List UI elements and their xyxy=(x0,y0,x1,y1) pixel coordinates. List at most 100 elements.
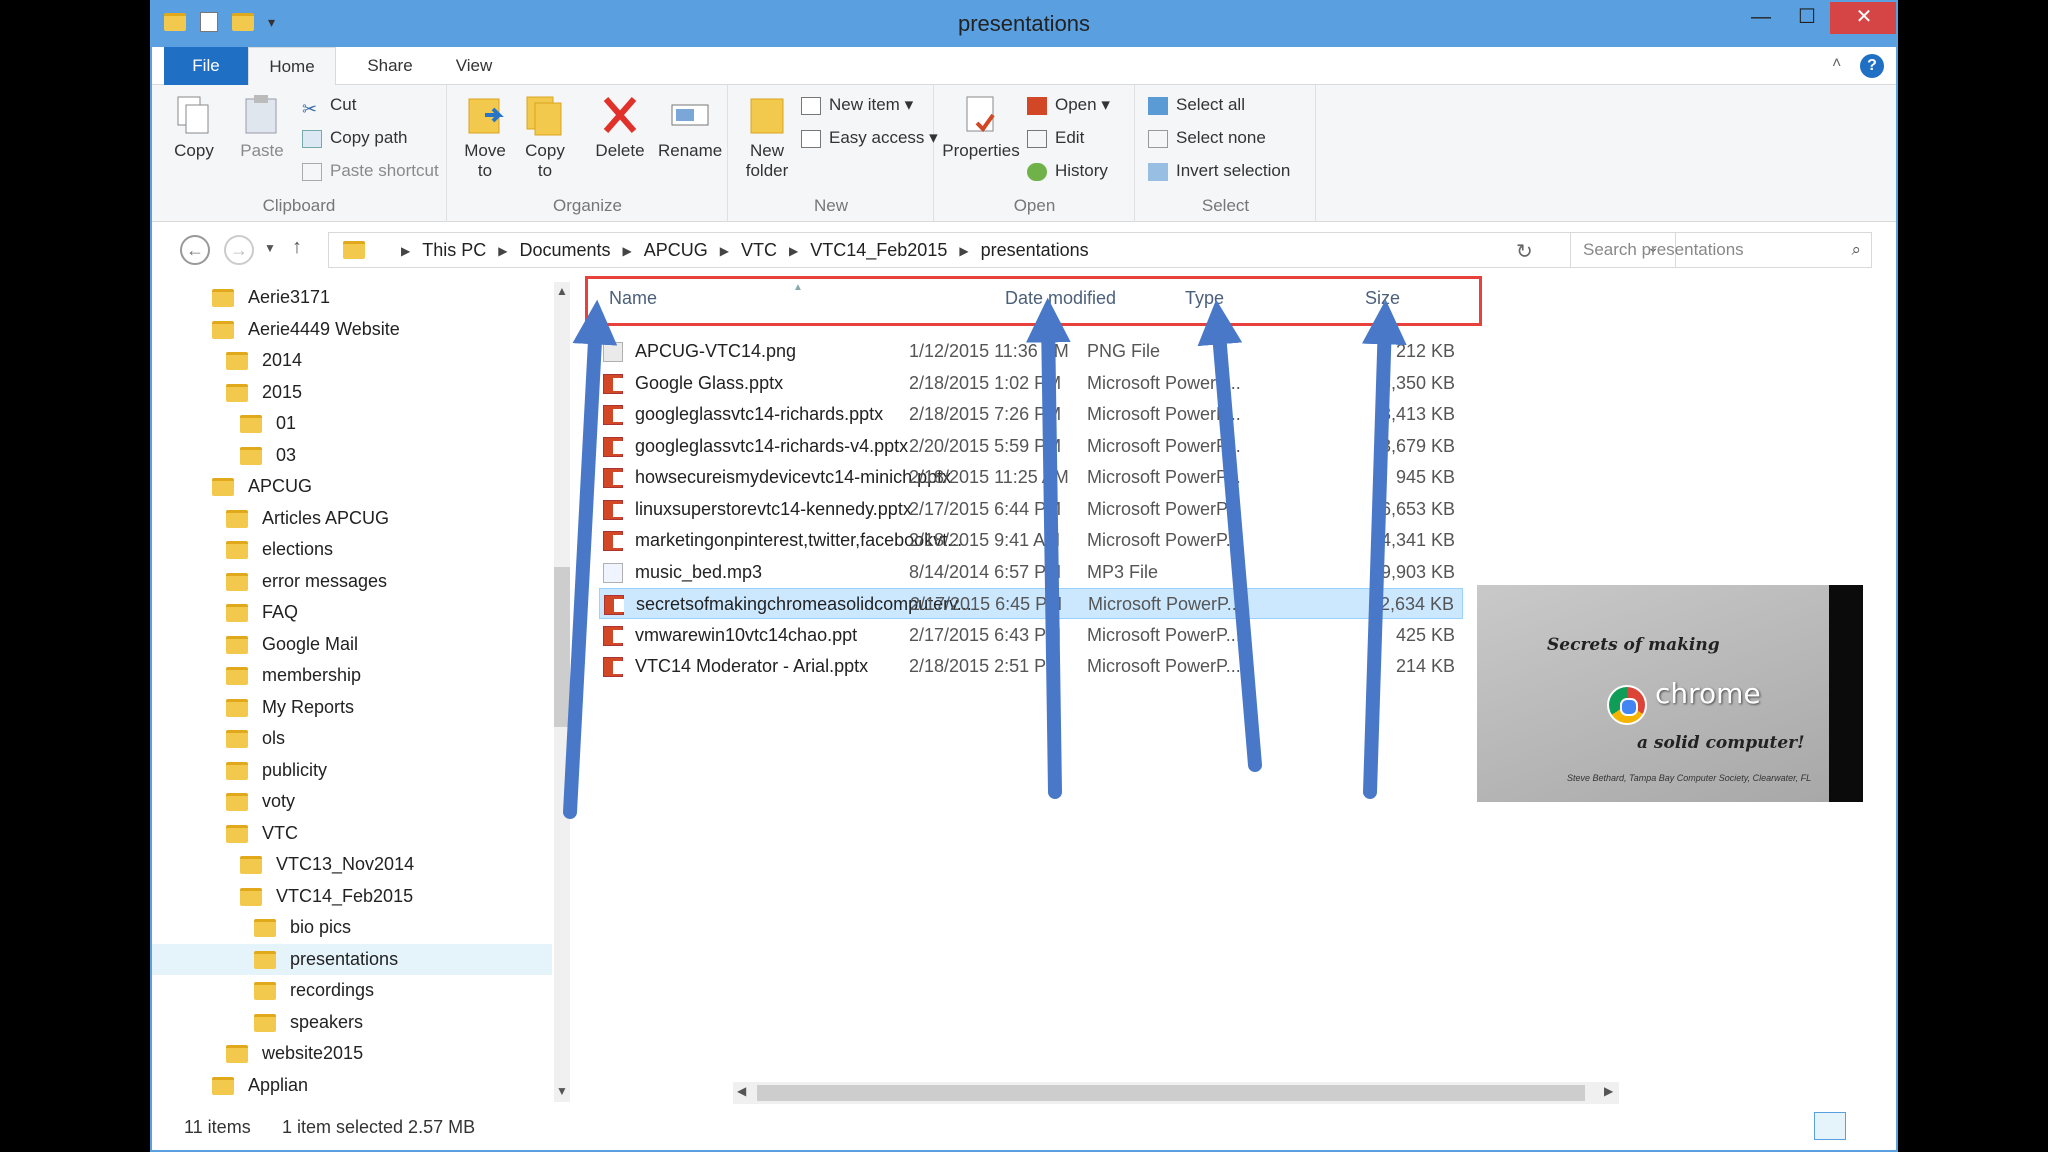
nav-tree-item[interactable]: 2014 xyxy=(152,345,552,376)
large-icons-view-icon[interactable] xyxy=(1852,1112,1884,1140)
recent-locations-chevron-icon[interactable]: ▼ xyxy=(264,241,276,255)
nav-tree-item[interactable]: APCUG xyxy=(152,471,552,502)
file-row[interactable]: APCUG-VTC14.png 1/12/2015 11:36 AM PNG Fil… xyxy=(599,336,1463,367)
details-view-icon[interactable] xyxy=(1814,1112,1846,1140)
scroll-down-icon[interactable]: ▼ xyxy=(556,1084,568,1098)
refresh-icon[interactable]: ↻ xyxy=(1516,239,1533,264)
nav-tree-item[interactable]: My Reports xyxy=(152,692,552,723)
up-arrow-icon[interactable]: ↑ xyxy=(292,236,302,259)
delete-button[interactable]: Delete xyxy=(592,93,648,161)
tab-file[interactable]: File xyxy=(164,47,248,85)
nav-tree-item[interactable]: speakers xyxy=(152,1007,552,1038)
select-none-button[interactable]: Select none xyxy=(1148,126,1266,150)
file-type: Microsoft PowerP... xyxy=(1087,467,1241,487)
minimize-button[interactable]: — xyxy=(1738,2,1784,34)
file-row[interactable]: linuxsuperstorevtc14-kennedy.pptx 2/17/20… xyxy=(599,494,1463,525)
nav-tree-item[interactable]: 2015 xyxy=(152,377,552,408)
file-row[interactable]: googleglassvtc14-richards-v4.pptx 2/20/20… xyxy=(599,431,1463,462)
copy-to-button[interactable]: Copy to xyxy=(520,93,570,181)
tab-view[interactable]: View xyxy=(432,47,516,85)
breadcrumb-separator-icon[interactable]: ▶ xyxy=(401,244,410,258)
tab-home[interactable]: Home xyxy=(248,47,336,85)
breadcrumb-separator-icon[interactable]: ▶ xyxy=(498,244,507,258)
nav-tree-item[interactable]: presentations xyxy=(152,943,552,975)
chevron-up-icon[interactable]: ˄ xyxy=(1832,55,1841,73)
breadcrumb-separator-icon[interactable]: ▶ xyxy=(623,244,632,258)
file-row[interactable]: marketingonpinterest,twitter,facebookvt.… xyxy=(599,525,1463,556)
nav-tree-item[interactable]: VTC13_Nov2014 xyxy=(152,849,552,880)
file-row[interactable]: secretsofmakingchromeasolidcomputerv... 2… xyxy=(599,588,1463,619)
nav-tree-item[interactable]: publicity xyxy=(152,755,552,786)
nav-tree-item[interactable]: Applian xyxy=(152,1070,552,1101)
address-bar[interactable]: ▶ This PC ▶ Documents ▶ APCUG ▶ VTC ▶ VTC14_Feb20… xyxy=(328,232,1676,268)
breadcrumb-item[interactable]: VTC xyxy=(741,240,777,260)
help-icon[interactable]: ? xyxy=(1860,54,1884,78)
nav-tree-item[interactable]: membership xyxy=(152,660,552,691)
nav-tree-item[interactable]: recordings xyxy=(152,975,552,1006)
new-item-button[interactable]: New item ▾ xyxy=(801,93,913,117)
history-label: History xyxy=(1055,161,1108,180)
nav-tree-item[interactable]: 03 xyxy=(152,440,552,471)
column-date-modified[interactable]: Date modified xyxy=(1005,288,1116,309)
properties-button[interactable]: Properties xyxy=(939,93,1023,161)
cut-button[interactable]: ✂ Cut xyxy=(302,93,356,119)
nav-tree-item[interactable]: bio pics xyxy=(152,912,552,943)
nav-tree-item[interactable]: ols xyxy=(152,723,552,754)
history-button[interactable]: History xyxy=(1027,159,1108,183)
breadcrumb-separator-icon[interactable]: ▶ xyxy=(789,244,798,258)
ribbon-tabs: File Home Share View ˄ ? xyxy=(152,47,1896,85)
column-name[interactable]: Name xyxy=(609,288,657,309)
file-row[interactable]: music_bed.mp3 8/14/2014 6:57 PM MP3 File 49… xyxy=(599,557,1463,588)
invert-selection-button[interactable]: Invert selection xyxy=(1148,159,1290,183)
file-row[interactable]: howsecureismydevicevtc14-minich.pptx 2/18… xyxy=(599,462,1463,493)
nav-tree-item[interactable]: Google Mail xyxy=(152,629,552,660)
nav-tree-item[interactable]: Aerie4449 Website xyxy=(152,314,552,345)
search-input[interactable]: Search presentations ⌕ xyxy=(1570,232,1872,268)
file-row[interactable]: googleglassvtc14-richards.pptx 2/18/2015 … xyxy=(599,399,1463,430)
scroll-left-icon[interactable]: ◀ xyxy=(737,1084,746,1098)
forward-button[interactable]: → xyxy=(224,235,254,265)
nav-tree-item[interactable]: VTC xyxy=(152,818,552,849)
paste-button[interactable]: Paste xyxy=(232,93,292,161)
breadcrumb-item[interactable]: VTC14_Feb2015 xyxy=(810,240,947,260)
new-folder-button[interactable]: New folder xyxy=(737,93,797,181)
scroll-right-icon[interactable]: ▶ xyxy=(1604,1084,1613,1098)
nav-scroll-thumb[interactable] xyxy=(554,567,570,727)
paste-shortcut-button[interactable]: Paste shortcut xyxy=(302,159,439,183)
breadcrumb-item[interactable]: presentations xyxy=(981,240,1089,260)
nav-tree-item[interactable]: VTC14_Feb2015 xyxy=(152,881,552,912)
open-button[interactable]: Open ▾ xyxy=(1027,93,1110,117)
nav-tree-item[interactable]: Articles APCUG xyxy=(152,503,552,534)
nav-tree-item[interactable]: 01 xyxy=(152,408,552,439)
file-row[interactable]: vmwarewin10vtc14chao.ppt 2/17/2015 6:43 P… xyxy=(599,620,1463,651)
breadcrumb-separator-icon[interactable]: ▶ xyxy=(959,244,968,258)
column-size[interactable]: Size xyxy=(1365,288,1400,309)
select-all-button[interactable]: Select all xyxy=(1148,93,1245,117)
column-type[interactable]: Type xyxy=(1185,288,1224,309)
file-row[interactable]: VTC14 Moderator - Arial.pptx 2/18/2015 2:… xyxy=(599,651,1463,682)
breadcrumb-item[interactable]: APCUG xyxy=(644,240,708,260)
maximize-button[interactable]: ☐ xyxy=(1784,2,1830,34)
tab-share[interactable]: Share xyxy=(348,47,432,85)
copy-path-button[interactable]: Copy path xyxy=(302,126,408,150)
file-row[interactable]: Google Glass.pptx 2/18/2015 1:02 PM Micros… xyxy=(599,368,1463,399)
move-to-button[interactable]: Move to xyxy=(460,93,510,181)
edit-button[interactable]: Edit xyxy=(1027,126,1084,150)
nav-tree-item[interactable]: website2015 xyxy=(152,1038,552,1069)
nav-tree-item[interactable]: voty xyxy=(152,786,552,817)
copy-button[interactable]: Copy xyxy=(166,93,222,161)
breadcrumb-item[interactable]: This PC xyxy=(422,240,486,260)
nav-tree-item[interactable]: elections xyxy=(152,534,552,565)
image-file-icon xyxy=(603,342,623,362)
back-button[interactable]: ← xyxy=(180,235,210,265)
scroll-up-icon[interactable]: ▲ xyxy=(556,284,568,298)
horizontal-scroll-thumb[interactable] xyxy=(757,1085,1585,1101)
breadcrumb-separator-icon[interactable]: ▶ xyxy=(720,244,729,258)
nav-tree-item[interactable]: error messages xyxy=(152,566,552,597)
nav-tree-item[interactable]: Aerie3171 xyxy=(152,282,552,313)
rename-button[interactable]: Rename xyxy=(658,93,722,161)
close-button[interactable]: ✕ xyxy=(1830,2,1896,34)
easy-access-button[interactable]: Easy access ▾ xyxy=(801,126,938,150)
breadcrumb-item[interactable]: Documents xyxy=(519,240,610,260)
nav-tree-item[interactable]: FAQ xyxy=(152,597,552,628)
